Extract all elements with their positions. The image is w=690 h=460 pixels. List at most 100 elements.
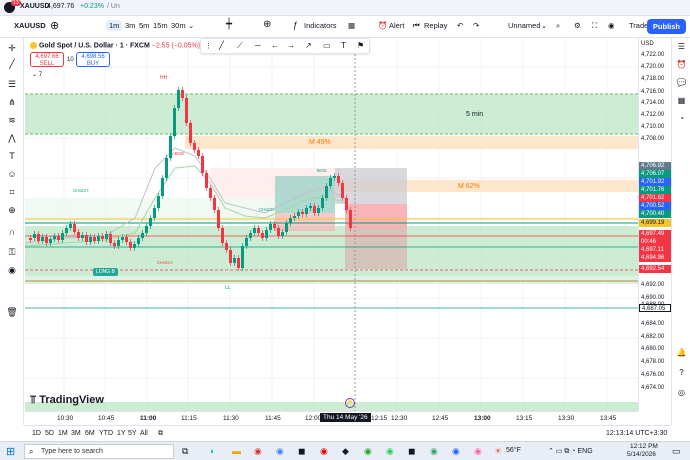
taskbar-time[interactable]: 12:12 PM: [630, 443, 658, 450]
chart-type-icon[interactable]: ┿: [226, 19, 232, 30]
pitchfork-icon[interactable]: ⋔: [6, 96, 18, 108]
text-icon[interactable]: T: [6, 150, 18, 162]
zoom-in-icon[interactable]: ⊕: [6, 204, 18, 216]
app-icon-b[interactable]: ◼: [298, 446, 305, 457]
chart-canvas[interactable]: [25, 38, 638, 411]
arrow-left-icon[interactable]: ←: [271, 41, 279, 50]
watchlist-icon[interactable]: ☰: [676, 42, 687, 53]
range-ytd[interactable]: YTD: [99, 430, 113, 437]
buy-button[interactable]: 4,698.56 BUY: [76, 52, 110, 67]
taskbar-date[interactable]: 5/14/2026: [627, 451, 656, 458]
windows-start-icon[interactable]: ⊞: [6, 445, 15, 458]
layout-dropdown-icon[interactable]: ⌄: [541, 21, 547, 30]
price-axis[interactable]: USD 4,722.00 4,720.00 4,718.00 4,716.00 4,71…: [638, 38, 671, 411]
range-5d[interactable]: 5D: [45, 430, 54, 437]
replay-icon[interactable]: ⏮: [413, 21, 420, 31]
ideas-icon[interactable]: ◔: [676, 114, 687, 125]
explorer-icon[interactable]: ▬: [232, 446, 241, 456]
camera-icon[interactable]: ◉: [608, 21, 615, 30]
redo-icon[interactable]: ↷: [473, 21, 479, 30]
brush-icon[interactable]: ↗: [305, 41, 312, 50]
hline-tool-icon[interactable]: ─: [255, 41, 261, 50]
currency-label[interactable]: USD: [641, 41, 654, 47]
range-3m[interactable]: 3M: [71, 430, 81, 437]
arrow-right-icon[interactable]: →: [287, 41, 295, 50]
alerts-icon[interactable]: ⏰: [676, 60, 687, 71]
range-1m[interactable]: 1M: [58, 430, 68, 437]
text-tool-icon[interactable]: T: [341, 41, 346, 50]
search-icon[interactable]: ⌕: [556, 21, 560, 31]
templates-icon[interactable]: ▦: [348, 21, 355, 30]
legend-title[interactable]: Gold Spot / U.S. Dollar · 1 · FXCM: [39, 42, 150, 49]
app-icon-e[interactable]: ◉: [364, 446, 372, 457]
help-icon[interactable]: ?: [676, 368, 687, 379]
weather-icon[interactable]: ☀: [494, 446, 502, 457]
chat-icon[interactable]: 💬: [676, 78, 687, 89]
crosshair-icon[interactable]: ✛: [6, 42, 18, 54]
visibility-icon[interactable]: ◉: [6, 264, 18, 276]
range-1y[interactable]: 1Y: [117, 430, 126, 437]
trendline-tool-icon[interactable]: ╱: [219, 41, 224, 50]
pattern-icon[interactable]: ⋀: [6, 132, 18, 144]
trash-icon[interactable]: 🗑: [6, 306, 18, 318]
layers-toggle[interactable]: ⌄ 7: [32, 71, 42, 78]
horizontal-lines-icon[interactable]: ☰: [6, 78, 18, 90]
ray-tool-icon[interactable]: ⟋: [237, 41, 243, 51]
symbol-search[interactable]: XAUUSD: [14, 21, 46, 30]
sell-button[interactable]: 4,697.66 SELL: [30, 52, 64, 67]
tf-5m[interactable]: 5m: [139, 21, 149, 30]
time-axis[interactable]: 10:30 10:45 11:00 11:15 11:30 11:45 12:00 12:30…: [25, 411, 638, 425]
tf-1m[interactable]: 1m: [106, 20, 123, 31]
settings-icon[interactable]: ⚙: [574, 21, 581, 30]
fullscreen-icon[interactable]: ⛶: [592, 21, 597, 31]
tf-30m[interactable]: 30m: [171, 21, 186, 30]
range-1d[interactable]: 1D: [32, 430, 41, 437]
publish-button[interactable]: Publish: [646, 19, 686, 34]
range-5y[interactable]: 5Y: [128, 430, 137, 437]
bolt-icon[interactable]: ⚡: [345, 398, 355, 408]
replay-button[interactable]: Replay: [424, 21, 447, 30]
emoji-icon[interactable]: ☺: [6, 168, 18, 180]
notifications-icon[interactable]: 🔔: [676, 348, 687, 359]
chrome-icon[interactable]: ◉: [254, 446, 262, 457]
trend-line-icon[interactable]: ╱: [6, 58, 18, 70]
flag-icon[interactable]: ⚑: [357, 41, 364, 50]
app-icon-f[interactable]: ◉: [386, 446, 394, 457]
ruler-icon[interactable]: ⌗: [6, 186, 18, 198]
add-symbol-icon[interactable]: ⊕: [50, 19, 59, 32]
app-icon-a[interactable]: ◉: [276, 446, 284, 457]
app-icon-d[interactable]: ◆: [342, 446, 349, 457]
edge-icon[interactable]: ◐: [210, 446, 215, 456]
compare-icon[interactable]: ⊕: [263, 19, 271, 30]
tf-dropdown-icon[interactable]: ⌄: [188, 21, 194, 30]
app-icon-c[interactable]: ◉: [320, 446, 328, 457]
alert-icon[interactable]: ⏰: [378, 21, 387, 30]
task-view-icon[interactable]: ⧉: [182, 446, 188, 457]
range-6m[interactable]: 6M: [85, 430, 95, 437]
alert-button[interactable]: Alert: [389, 21, 404, 30]
magnet-icon[interactable]: ∩: [6, 226, 18, 238]
indicators-icon[interactable]: ƒ: [293, 20, 298, 30]
app-icon-h[interactable]: ◉: [430, 446, 438, 457]
apps-icon[interactable]: ◎: [676, 388, 687, 399]
tray-icons[interactable]: ⌃ ▭ ⧉ ◔ ENG: [548, 447, 593, 456]
undo-icon[interactable]: ↶: [457, 21, 463, 30]
notification-center-icon[interactable]: ▭: [672, 446, 681, 457]
fib-icon[interactable]: ≋: [6, 114, 18, 126]
app-icon-j[interactable]: ◉: [474, 446, 482, 457]
indicators-button[interactable]: Indicators: [304, 21, 337, 30]
tf-15m[interactable]: 15m: [153, 21, 168, 30]
range-all[interactable]: All: [140, 430, 148, 437]
app-icon-i[interactable]: ◉: [452, 446, 460, 457]
range-calendar-icon[interactable]: ⧉: [158, 430, 163, 438]
tab-symbol[interactable]: XAUUSD: [20, 3, 50, 10]
chart-area[interactable]: 5 min M 49% M 62% HH LL CHoCH CHoCH CHoC…: [25, 38, 638, 411]
layout-name[interactable]: Unnamed: [508, 21, 541, 30]
calendar-icon[interactable]: ▦: [676, 96, 687, 107]
app-icon-g[interactable]: ◼: [408, 446, 415, 457]
weather-temp[interactable]: 56°F: [506, 447, 521, 454]
trade-button[interactable]: Trade: [629, 21, 648, 30]
rect-tool-icon[interactable]: ▭: [323, 41, 331, 50]
utc-clock[interactable]: 12:13:14 UTC+3:30: [606, 430, 667, 437]
lock-icon[interactable]: ⚿: [6, 246, 18, 258]
